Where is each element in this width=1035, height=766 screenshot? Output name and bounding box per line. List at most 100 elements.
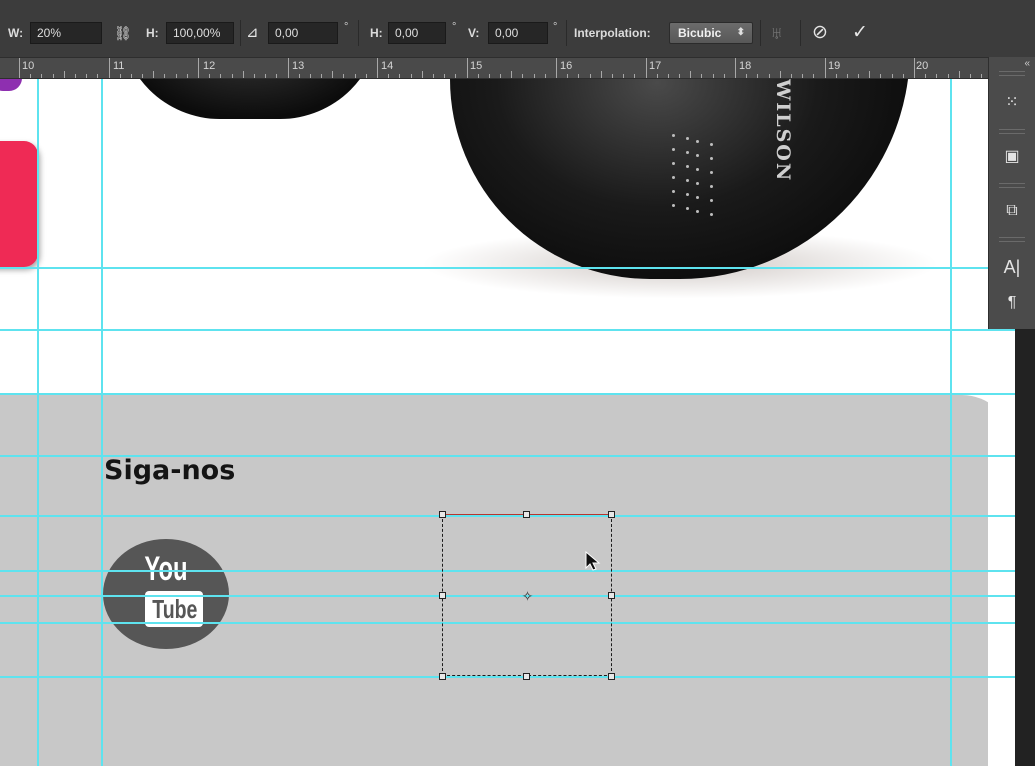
ruler-tick <box>679 74 681 78</box>
ruler-tick <box>746 74 748 78</box>
ruler-tick <box>925 74 927 78</box>
ruler-label: 18 <box>739 60 752 72</box>
horizontal-guide[interactable] <box>0 455 1035 457</box>
transform-handle-top[interactable] <box>523 511 530 518</box>
ruler-tick <box>500 74 502 78</box>
ruler-tick <box>712 74 714 78</box>
ruler-tick <box>477 74 479 78</box>
reference-point-icon[interactable]: ✧ <box>520 589 535 604</box>
skew-h-input[interactable]: 0,00 <box>388 22 446 44</box>
checkmark-icon[interactable]: ✓ <box>852 20 868 46</box>
ruler-tick <box>86 74 88 78</box>
skew-v-input[interactable]: 0,00 <box>488 22 548 44</box>
vent-dot <box>696 182 699 185</box>
vertical-guide[interactable] <box>950 79 952 766</box>
ruler-tick <box>186 74 188 78</box>
ruler-tick <box>399 74 401 78</box>
transform-handle-bottom-right[interactable] <box>608 673 615 680</box>
horizontal-guide[interactable] <box>0 267 1035 269</box>
transform-handle-right[interactable] <box>608 592 615 599</box>
ruler-tick <box>63 71 65 78</box>
character-icon[interactable]: A| <box>997 253 1027 281</box>
horizontal-guide[interactable] <box>0 676 1035 678</box>
ruler-tick <box>634 74 636 78</box>
history-icon[interactable]: ⁙ <box>997 89 1027 117</box>
separator <box>800 20 801 46</box>
horizontal-guide[interactable] <box>0 329 1035 331</box>
ruler-tick <box>209 74 211 78</box>
transform-handle-top-right[interactable] <box>608 511 615 518</box>
ruler-tick <box>947 74 949 78</box>
transform-handle-bottom-left[interactable] <box>439 673 446 680</box>
vent-dot <box>710 157 713 160</box>
ruler-tick <box>153 71 155 78</box>
ruler-tick <box>432 74 434 78</box>
ruler-tick <box>298 74 300 78</box>
vertical-guide[interactable] <box>101 79 103 766</box>
youtube-icon: You Tube <box>103 539 229 649</box>
dock-grip[interactable] <box>999 71 1025 76</box>
vent-dot <box>672 134 675 137</box>
collapse-icon[interactable]: « <box>1024 58 1030 69</box>
vent-dot <box>710 143 713 146</box>
degree-mark: ° <box>344 21 349 33</box>
ruler-tick <box>198 58 199 78</box>
transform-options-bar: W: 20% ⛓ H: 100,00% ⊿ 0,00 ° H: 0,00 ° V… <box>0 0 1035 57</box>
dock-grip[interactable] <box>999 129 1025 134</box>
ruler-tick <box>41 74 43 78</box>
transform-handle-bottom[interactable] <box>523 673 530 680</box>
ruler-label: 11 <box>113 60 125 72</box>
horizontal-guide[interactable] <box>0 393 1035 395</box>
ruler-tick <box>701 74 703 78</box>
clone-source-icon[interactable]: ⧉ <box>997 197 1027 225</box>
select-arrow-icon: ⬍ <box>736 27 745 38</box>
ruler-tick <box>130 74 132 78</box>
vent-dot <box>686 193 689 196</box>
vent-dot <box>696 154 699 157</box>
ruler-tick <box>30 74 32 78</box>
warp-icon[interactable]: ♅ <box>770 20 784 46</box>
transform-handle-left[interactable] <box>439 592 446 599</box>
chain-link-icon[interactable]: ⛓ <box>114 20 132 46</box>
ruler-tick <box>768 74 770 78</box>
follow-us-heading: Siga-nos <box>104 455 236 486</box>
ruler-label: 15 <box>470 60 483 72</box>
ruler-tick <box>835 74 837 78</box>
ruler-label: 13 <box>292 60 305 72</box>
vent-dot <box>672 148 675 151</box>
degree-mark: ° <box>452 21 457 33</box>
dock-grip[interactable] <box>999 237 1025 242</box>
ruler-tick <box>19 58 20 78</box>
ruler-tick <box>52 74 54 78</box>
pink-shape <box>0 141 38 267</box>
ruler-tick <box>544 74 546 78</box>
vent-dot <box>686 207 689 210</box>
horizontal-ruler[interactable]: 10 11 12 13 14 15 16 17 18 19 20 <box>0 57 988 79</box>
ruler-tick <box>242 71 244 78</box>
ruler-tick <box>589 74 591 78</box>
paragraph-icon[interactable]: ¶ <box>997 289 1027 317</box>
vent-dot <box>672 162 675 165</box>
ruler-tick <box>645 58 647 78</box>
vertical-guide[interactable] <box>37 79 39 766</box>
interpolation-select[interactable]: Bicubic ⬍ <box>669 22 753 44</box>
ruler-tick <box>969 74 971 78</box>
vent-dot <box>710 213 713 216</box>
dock-grip[interactable] <box>999 183 1025 188</box>
scrollbar-area[interactable] <box>1015 329 1035 766</box>
vent-dot <box>710 171 713 174</box>
height-input[interactable]: 100,00% <box>166 22 234 44</box>
ruler-tick <box>936 74 938 78</box>
width-input[interactable]: 20% <box>30 22 102 44</box>
headphone-vent-dots <box>672 134 718 219</box>
vent-dot <box>686 137 689 140</box>
ruler-tick <box>377 58 378 78</box>
ruler-tick <box>388 74 390 78</box>
vent-dot <box>696 168 699 171</box>
ruler-tick <box>779 71 781 78</box>
rotation-input[interactable]: 0,00 <box>268 22 338 44</box>
cancel-icon[interactable]: ⊘ <box>812 20 828 46</box>
transform-handle-top-left[interactable] <box>439 511 446 518</box>
ruler-tick <box>488 74 490 78</box>
layer-comps-icon[interactable]: ▣ <box>997 143 1027 171</box>
